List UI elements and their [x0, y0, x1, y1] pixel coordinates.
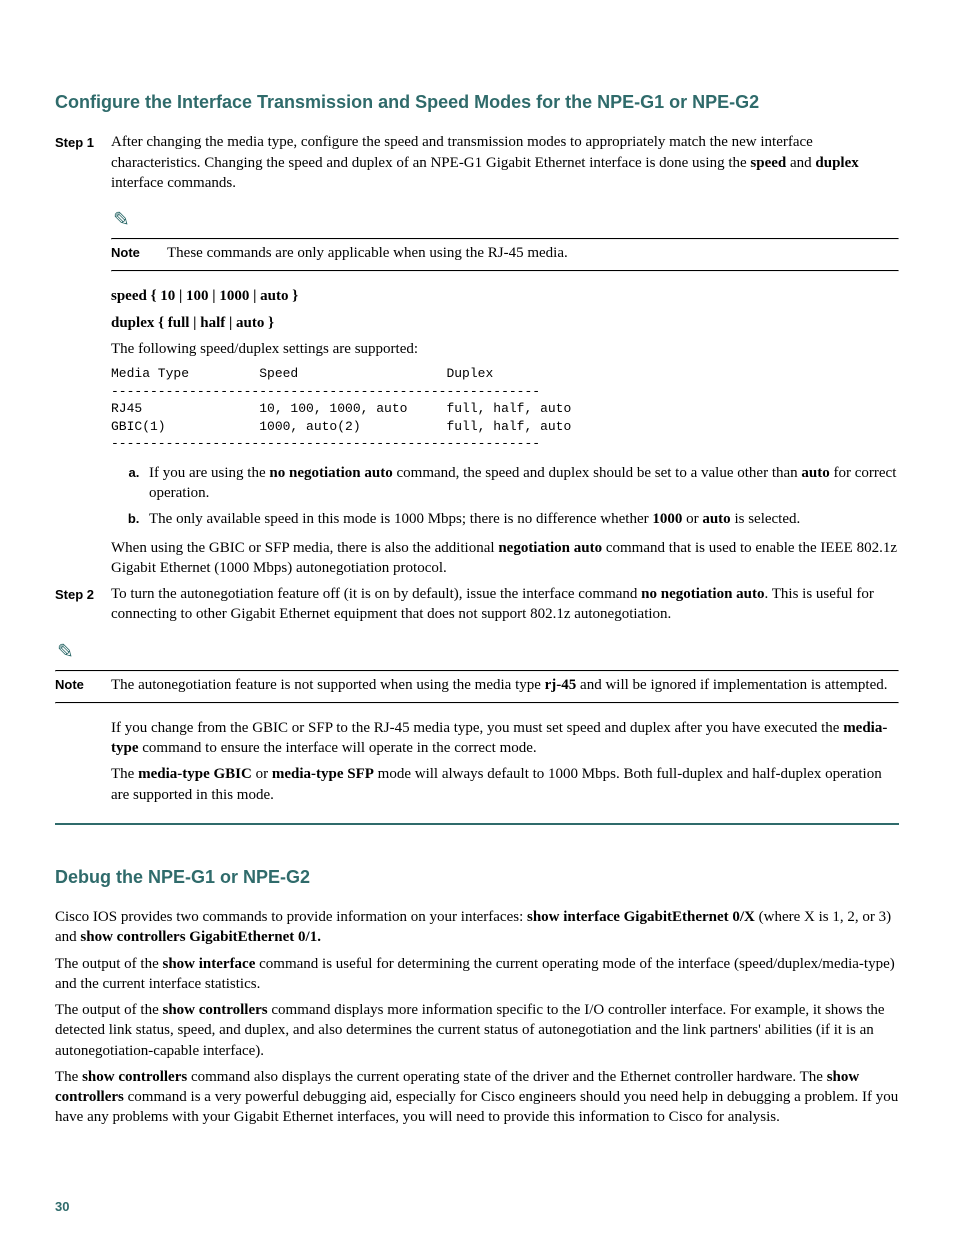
- cmd: show controllers GigabitEthernet 0/1.: [80, 929, 321, 945]
- cmd: auto: [801, 465, 829, 481]
- divider: [55, 702, 899, 704]
- text: After changing the media type, configure…: [111, 134, 813, 170]
- step-2-body: To turn the autonegotiation feature off …: [111, 584, 899, 625]
- text: The only available speed in this mode is…: [149, 511, 652, 527]
- text: If you change from the GBIC or SFP to th…: [111, 720, 843, 736]
- note-text: These commands are only applicable when …: [167, 243, 899, 263]
- note-label: Note: [55, 676, 111, 694]
- text: The: [111, 766, 138, 782]
- cmd: negotiation auto: [498, 540, 602, 556]
- text: Cisco IOS provides two commands to provi…: [55, 909, 527, 925]
- text: command, the speed and duplex should be …: [393, 465, 802, 481]
- text: interface commands.: [111, 175, 236, 191]
- cmd-duplex-word: duplex: [815, 155, 858, 171]
- change-paragraph: If you change from the GBIC or SFP to th…: [111, 718, 899, 759]
- step-2: Step 2 To turn the autonegotiation featu…: [55, 584, 899, 625]
- command-speed: speed { 10 | 100 | 1000 | auto }: [111, 286, 899, 306]
- gbic-paragraph: When using the GBIC or SFP media, there …: [111, 538, 899, 579]
- cmd: show controllers: [162, 1002, 267, 1018]
- debug-p1: Cisco IOS provides two commands to provi…: [55, 907, 899, 948]
- section-divider: [55, 823, 899, 825]
- sub-list: If you are using the no negotiation auto…: [121, 463, 899, 530]
- text: When using the GBIC or SFP media, there …: [111, 540, 498, 556]
- speed-duplex-table: Media Type Speed Duplex ----------------…: [111, 365, 899, 453]
- command-duplex: duplex { full | half | auto }: [111, 313, 899, 333]
- divider: [111, 270, 899, 272]
- text: To turn the autonegotiation feature off …: [111, 586, 641, 602]
- text: The autonegotiation feature is not suppo…: [111, 677, 545, 693]
- text: command is a very powerful debugging aid…: [55, 1089, 898, 1125]
- page-number: 30: [55, 1198, 899, 1216]
- step-1: Step 1 After changing the media type, co…: [55, 132, 899, 193]
- step-1-body: After changing the media type, configure…: [111, 132, 899, 193]
- pencil-icon: ✎: [113, 207, 130, 236]
- cmd: 1000: [652, 511, 682, 527]
- note-text: The autonegotiation feature is not suppo…: [111, 675, 899, 695]
- list-item-a: If you are using the no negotiation auto…: [143, 463, 899, 504]
- cmd: no negotiation auto: [269, 465, 392, 481]
- cmd: auto: [702, 511, 730, 527]
- pencil-icon: ✎: [57, 639, 74, 668]
- cmd: rj-45: [545, 677, 577, 693]
- debug-p3: The output of the show controllers comma…: [55, 1000, 899, 1061]
- text: or: [252, 766, 272, 782]
- cmd: media-type GBIC: [138, 766, 252, 782]
- text: and: [786, 155, 815, 171]
- debug-p4: The show controllers command also displa…: [55, 1067, 899, 1128]
- list-item-b: The only available speed in this mode is…: [143, 509, 899, 529]
- text: The: [55, 1069, 82, 1085]
- step-2-label: Step 2: [55, 584, 111, 604]
- text: and will be ignored if implementation is…: [576, 677, 887, 693]
- section-heading-debug: Debug the NPE-G1 or NPE-G2: [55, 865, 899, 889]
- default-paragraph: The media-type GBIC or media-type SFP mo…: [111, 764, 899, 805]
- text: The output of the: [55, 956, 162, 972]
- text: The output of the: [55, 1002, 162, 1018]
- cmd: show interface GigabitEthernet 0/X: [527, 909, 755, 925]
- section-heading-configure: Configure the Interface Transmission and…: [55, 90, 899, 114]
- text: If you are using the: [149, 465, 269, 481]
- step-1-label: Step 1: [55, 132, 111, 152]
- note-block-2: ✎ Note The autonegotiation feature is no…: [55, 639, 899, 704]
- text: is selected.: [731, 511, 801, 527]
- cmd: show controllers: [82, 1069, 187, 1085]
- debug-p2: The output of the show interface command…: [55, 954, 899, 995]
- cmd: media-type SFP: [272, 766, 374, 782]
- text: command to ensure the interface will ope…: [139, 740, 537, 756]
- text: command also displays the current operat…: [187, 1069, 827, 1085]
- note-block-1: ✎ Note These commands are only applicabl…: [111, 207, 899, 272]
- note-label: Note: [111, 244, 167, 262]
- cmd: show interface: [162, 956, 255, 972]
- cmd: no negotiation auto: [641, 586, 764, 602]
- supported-intro: The following speed/duplex settings are …: [111, 339, 899, 359]
- text: or: [682, 511, 702, 527]
- cmd-speed-word: speed: [750, 155, 786, 171]
